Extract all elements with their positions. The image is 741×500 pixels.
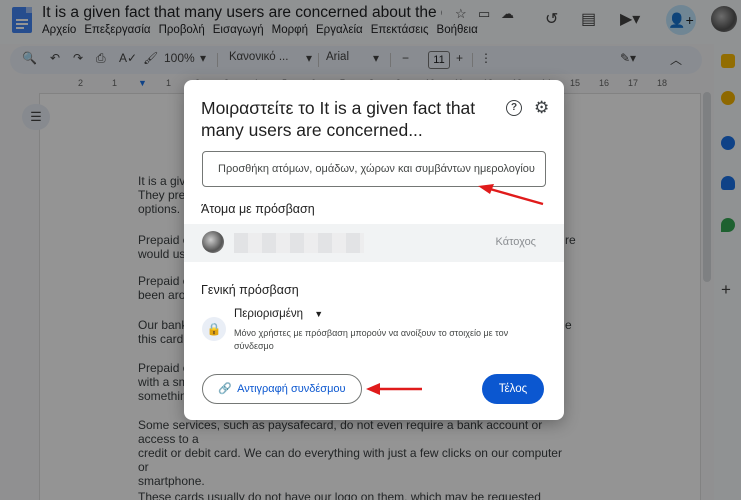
done-button[interactable]: Τέλος bbox=[482, 374, 544, 404]
people-with-access-label: Άτομα με πρόσβαση bbox=[201, 202, 315, 216]
add-people-input[interactable]: Προσθήκη ατόμων, ομάδων, χώρων και συμβά… bbox=[202, 151, 546, 187]
help-icon[interactable]: ? bbox=[506, 100, 522, 116]
gear-icon[interactable]: ⚙ bbox=[534, 98, 549, 118]
lock-icon: 🔒 bbox=[202, 317, 226, 341]
access-description: Μόνο χρήστες με πρόσβαση μπορούν να ανοί… bbox=[234, 328, 509, 351]
access-level-select[interactable]: Περιορισμένη ▼ bbox=[234, 308, 323, 320]
share-dialog: Μοιραστείτε το It is a given fact that m… bbox=[184, 80, 564, 420]
blurred-person-name bbox=[234, 233, 364, 253]
copy-link-button[interactable]: 🔗 Αντιγραφή συνδέσμου bbox=[202, 374, 362, 404]
owner-role-label: Κάτοχος bbox=[495, 236, 536, 248]
person-row[interactable]: Κάτοχος bbox=[184, 224, 564, 262]
general-access-label: Γενική πρόσβαση bbox=[201, 283, 299, 297]
access-level-value: Περιορισμένη bbox=[234, 308, 304, 320]
dialog-title: Μοιραστείτε το It is a given fact that m… bbox=[201, 98, 476, 140]
link-icon: 🔗 bbox=[218, 383, 233, 395]
avatar bbox=[202, 231, 224, 253]
chevron-down-icon: ▼ bbox=[314, 309, 324, 319]
